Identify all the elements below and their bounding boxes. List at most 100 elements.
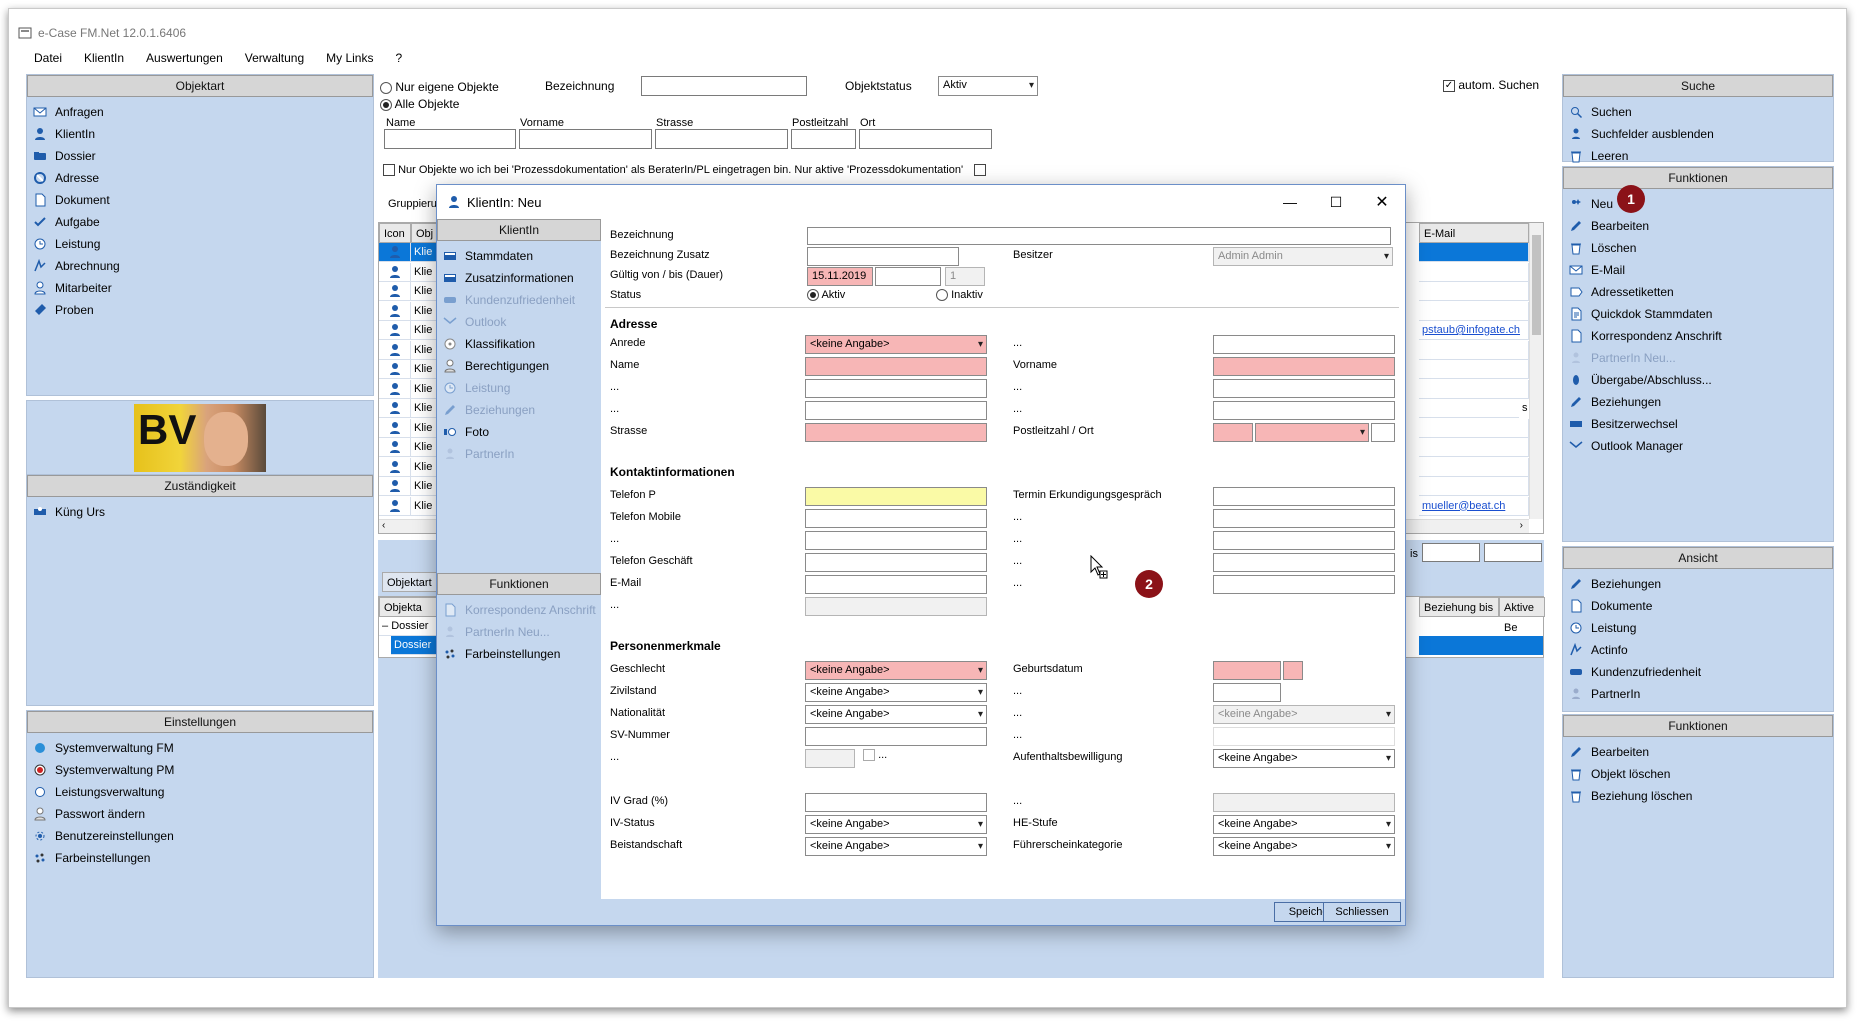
objektart-item-anfragen[interactable]: Anfragen: [27, 101, 373, 123]
bezeichnung-field[interactable]: [807, 227, 1391, 245]
geburtsdatum-field[interactable]: [1213, 661, 1281, 680]
grid-row-icon[interactable]: [379, 243, 411, 262]
close-button[interactable]: ✕: [1359, 185, 1405, 219]
zivilstand-select[interactable]: <keine Angabe>: [805, 683, 987, 702]
einstellungen-item-farbeinstellungen[interactable]: Farbeinstellungen: [27, 847, 373, 869]
beistandschaft-select[interactable]: <keine Angabe>: [805, 837, 987, 856]
einstellungen-item-leistungsverwaltung[interactable]: Leistungsverwaltung: [27, 781, 373, 803]
ansicht-item-planung-belegung[interactable]: Planung/Belegung: [1563, 705, 1833, 711]
person-extra-checkbox[interactable]: ...: [863, 749, 887, 762]
grid-row-icon[interactable]: [379, 399, 411, 418]
suche-item-suchen[interactable]: Suchen: [1563, 101, 1833, 123]
objektstatus-select[interactable]: Aktiv: [938, 76, 1038, 96]
name-search-input[interactable]: [384, 129, 516, 149]
objektart-item-dokument[interactable]: Dokument: [27, 189, 373, 211]
grid-row-icon[interactable]: [379, 477, 411, 496]
sv-nummer-field[interactable]: [805, 727, 987, 746]
grid-col-email[interactable]: E-Mail: [1419, 223, 1529, 243]
dialog-nav-klassifikation[interactable]: Klassifikation: [437, 333, 601, 355]
radio-inaktiv[interactable]: [936, 289, 948, 302]
ansicht-item-beziehungen[interactable]: Beziehungen: [1563, 573, 1833, 595]
iv-grad-field[interactable]: [805, 793, 987, 812]
funktionen-item-ubergabe-abschluss[interactable]: Übergabe/Abschluss...: [1563, 369, 1833, 391]
grid-row-email[interactable]: [1419, 262, 1529, 282]
person-extra-field-1[interactable]: [1213, 683, 1281, 702]
objektart-item-adresse[interactable]: Adresse: [27, 167, 373, 189]
plz-search-input[interactable]: [791, 129, 856, 149]
grid-row-email[interactable]: [1419, 379, 1529, 399]
minimize-button[interactable]: —: [1267, 185, 1313, 219]
name-field[interactable]: [805, 357, 987, 376]
dialog-func-korrespondenz-anschrift[interactable]: Korrespondenz Anschrift: [437, 599, 601, 621]
termin-field[interactable]: [1213, 487, 1395, 506]
grid-row-icon[interactable]: [379, 496, 411, 516]
funktionen2-item-beziehung-loschen[interactable]: Beziehung löschen: [1563, 785, 1833, 807]
dialog-nav-zusatzinformationen[interactable]: Zusatzinformationen: [437, 267, 601, 289]
extra-field-3[interactable]: [805, 401, 987, 420]
filter-active-check[interactable]: [974, 164, 987, 177]
dialog-nav-berechtigungen[interactable]: Berechtigungen: [437, 355, 601, 377]
aufenthalt-select[interactable]: <keine Angabe>: [1213, 749, 1395, 768]
menu-datei[interactable]: Datei: [34, 51, 62, 73]
einstellungen-item-systemverwaltung-fm[interactable]: Systemverwaltung FM: [27, 737, 373, 759]
lower-objektart-tab[interactable]: Objektart: [382, 572, 438, 592]
funktionen-item-e-mail[interactable]: E-Mail: [1563, 259, 1833, 281]
grid-row-email[interactable]: pstaub@infogate.ch: [1419, 321, 1529, 340]
grid-row-email[interactable]: [1419, 301, 1529, 321]
dialog-nav-partnerin[interactable]: PartnerIn: [437, 443, 601, 465]
ansicht-item-leistung[interactable]: Leistung: [1563, 617, 1833, 639]
besitzer-select[interactable]: Admin Admin: [1213, 247, 1393, 266]
funktionen2-item-bearbeiten[interactable]: Bearbeiten: [1563, 741, 1833, 763]
person-extra-check[interactable]: [863, 749, 875, 762]
grid-col-icon[interactable]: Icon: [379, 223, 411, 243]
email-field[interactable]: [805, 575, 987, 594]
vorname-search-input[interactable]: [519, 129, 652, 149]
ansicht-item-partnerin[interactable]: PartnerIn: [1563, 683, 1833, 705]
telefon-mobile-field[interactable]: [805, 509, 987, 528]
funktionen-item-quickdok-stammdaten[interactable]: Quickdok Stammdaten: [1563, 303, 1833, 325]
dialog-nav-leistung[interactable]: Leistung: [437, 377, 601, 399]
funktionen-item-partnerin-neu[interactable]: PartnerIn Neu...: [1563, 347, 1833, 369]
funktionen-item-besitzerwechsel[interactable]: Besitzerwechsel: [1563, 413, 1833, 435]
grid-row-email[interactable]: [1419, 438, 1529, 457]
menu-help[interactable]: ?: [395, 51, 402, 73]
grid-row-icon[interactable]: [379, 301, 411, 321]
radio-own-objects[interactable]: Nur eigene Objekte: [380, 80, 499, 94]
suche-item-leeren[interactable]: Leeren: [1563, 145, 1833, 167]
grid-row-icon[interactable]: [379, 360, 411, 379]
iv-status-select[interactable]: <keine Angabe>: [805, 815, 987, 834]
objektart-item-abrechnung[interactable]: Abrechnung: [27, 255, 373, 277]
einstellungen-item-benutzereinstellungen[interactable]: Benutzereinstellungen: [27, 825, 373, 847]
grid-row-icon[interactable]: [379, 418, 411, 438]
ort-select[interactable]: [1255, 423, 1369, 442]
zustaendigkeit-item[interactable]: Küng Urs: [27, 501, 373, 523]
cancel-close-button[interactable]: Schliessen: [1323, 902, 1401, 922]
suche-item-suchfelder-ausblenden[interactable]: Suchfelder ausblenden: [1563, 123, 1833, 145]
telefon-p-field[interactable]: [805, 487, 987, 506]
grid-row-icon[interactable]: [379, 340, 411, 360]
funktionen-item-adressetiketten[interactable]: Adressetiketten: [1563, 281, 1833, 303]
strasse-search-input[interactable]: [655, 129, 788, 149]
grid-row-email[interactable]: [1419, 399, 1529, 418]
lower-filter-input-1[interactable]: [1422, 543, 1480, 562]
einstellungen-item-passwort-andern[interactable]: Passwort ändern: [27, 803, 373, 825]
grid-row-icon[interactable]: [379, 321, 411, 340]
radio-all-objects[interactable]: Alle Objekte: [380, 97, 459, 111]
geburtsdatum-picker[interactable]: [1283, 661, 1303, 680]
extra-field-2[interactable]: [1213, 379, 1395, 398]
grid-row-icon[interactable]: [379, 282, 411, 301]
menu-auswertungen[interactable]: Auswertungen: [146, 51, 223, 73]
auto-search-check[interactable]: ✓: [1443, 79, 1455, 92]
dialog-func-farbeinstellungen[interactable]: Farbeinstellungen: [437, 643, 601, 665]
nationalitaet-select[interactable]: <keine Angabe>: [805, 705, 987, 724]
gueltig-von-field[interactable]: 15.11.2019: [807, 267, 873, 286]
bezeichnung-zusatz-field[interactable]: [807, 247, 959, 266]
extra-field-4[interactable]: [1213, 401, 1395, 420]
kontakt-extra-field-2[interactable]: [805, 531, 987, 550]
grid-row-email[interactable]: [1419, 282, 1529, 301]
grid-row-email[interactable]: [1419, 457, 1529, 477]
plz-field[interactable]: [1213, 423, 1253, 442]
grid-scrollbar[interactable]: [1529, 223, 1543, 519]
kontakt-extra-field-6[interactable]: [805, 597, 987, 616]
anrede-select[interactable]: <keine Angabe>: [805, 335, 987, 354]
